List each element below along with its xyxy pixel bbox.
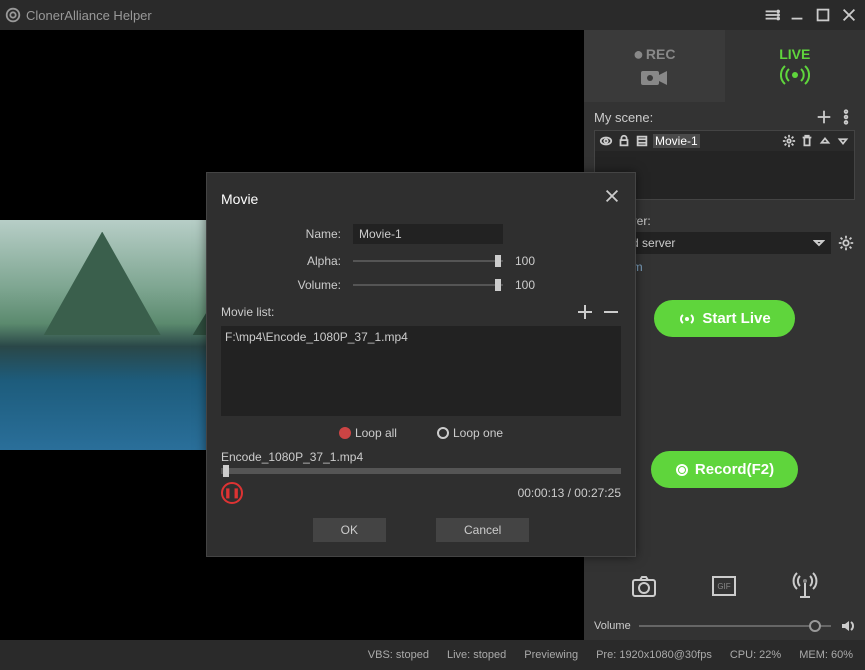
maximize-icon [814, 6, 832, 24]
mode-tabs: ●REC LIVE [584, 30, 865, 102]
status-pre: Pre: 1920x1080@30fps [596, 649, 712, 661]
loop-one-radio[interactable]: Loop one [437, 426, 503, 440]
seek-bar[interactable] [221, 468, 621, 474]
volume-slider[interactable] [639, 625, 831, 627]
now-playing: Encode_1080P_37_1.mp4 [221, 450, 621, 464]
chevron-down-icon [813, 237, 825, 249]
camera-still-icon [629, 571, 659, 601]
logo-icon [4, 6, 22, 24]
close-icon [603, 187, 621, 205]
name-label: Name: [221, 227, 341, 241]
loop-one-label: Loop one [453, 426, 503, 440]
start-live-button[interactable]: Start Live [654, 300, 794, 337]
movie-list-item[interactable]: F:\mp4\Encode_1080P_37_1.mp4 [225, 330, 617, 344]
record-dot-icon [675, 463, 689, 477]
status-cpu: CPU: 22% [730, 649, 781, 661]
pause-button[interactable]: ❚❚ [221, 482, 243, 504]
app-logo: ClonerAlliance Helper [4, 6, 152, 24]
cancel-button[interactable]: Cancel [436, 518, 529, 542]
record-label: Record(F2) [695, 461, 774, 478]
alpha-slider[interactable] [353, 260, 503, 262]
gif-icon: GIF [709, 571, 739, 601]
scene-name[interactable]: Movie-1 [653, 134, 700, 148]
broadcast-icon [780, 64, 810, 86]
movie-dialog: Movie Name: Alpha: 100 Volume: 100 Movie… [206, 172, 636, 557]
close-icon [840, 6, 858, 24]
more-icon[interactable] [837, 108, 855, 126]
alpha-value: 100 [515, 254, 545, 268]
snapshot-button[interactable] [626, 568, 662, 604]
up-arrow-icon[interactable] [818, 134, 832, 148]
add-movie-icon[interactable] [575, 302, 595, 322]
loop-all-radio[interactable]: Loop all [339, 426, 397, 440]
volume-label: Volume [594, 620, 631, 632]
film-icon [635, 134, 649, 148]
timecode: 00:00:13 / 00:27:25 [518, 486, 621, 500]
broadcast-small-icon [678, 312, 696, 326]
loop-all-label: Loop all [355, 426, 397, 440]
app-title: ClonerAlliance Helper [26, 8, 152, 23]
volume-label-modal: Volume: [221, 278, 341, 292]
antenna-button[interactable] [787, 568, 823, 604]
status-mem: MEM: 60% [799, 649, 853, 661]
menu-icon [762, 6, 780, 24]
movie-list[interactable]: F:\mp4\Encode_1080P_37_1.mp4 [221, 326, 621, 416]
status-live: Live: stoped [447, 649, 506, 661]
statusbar: VBS: stoped Live: stoped Previewing Pre:… [0, 640, 865, 670]
titlebar: ClonerAlliance Helper [0, 0, 865, 30]
live-label: LIVE [779, 46, 810, 62]
record-button[interactable]: Record(F2) [651, 451, 798, 488]
add-scene-icon[interactable] [815, 108, 833, 126]
alpha-label: Alpha: [221, 254, 341, 268]
dialog-close-button[interactable] [603, 187, 621, 210]
ok-button[interactable]: OK [313, 518, 386, 542]
menu-button[interactable] [759, 3, 783, 27]
rec-label: REC [646, 46, 676, 62]
radio-dot-on [339, 427, 351, 439]
master-volume: Volume [584, 612, 865, 640]
gear-icon[interactable] [782, 134, 796, 148]
remove-movie-icon[interactable] [601, 302, 621, 322]
tab-live[interactable]: LIVE [725, 30, 865, 102]
gif-button[interactable]: GIF [706, 568, 742, 604]
volume-slider-modal[interactable] [353, 284, 503, 286]
eye-icon[interactable] [599, 134, 613, 148]
status-preview: Previewing [524, 649, 578, 661]
radio-dot-off [437, 427, 449, 439]
stream-settings-icon[interactable] [837, 234, 855, 252]
maximize-button[interactable] [811, 3, 835, 27]
lock-icon[interactable] [617, 134, 631, 148]
camera-icon [639, 67, 669, 89]
dialog-title: Movie [221, 191, 258, 207]
down-arrow-icon[interactable] [836, 134, 850, 148]
pause-icon: ❚❚ [224, 488, 241, 499]
scene-label: My scene: [594, 110, 653, 125]
trash-icon[interactable] [800, 134, 814, 148]
minimize-icon [788, 6, 806, 24]
tool-row: GIF [584, 560, 865, 612]
start-live-label: Start Live [702, 310, 770, 327]
scene-row[interactable]: Movie-1 [595, 131, 854, 151]
movielist-label: Movie list: [221, 305, 274, 319]
close-button[interactable] [837, 3, 861, 27]
svg-text:GIF: GIF [718, 582, 731, 591]
tab-rec[interactable]: ●REC [584, 30, 725, 102]
minimize-button[interactable] [785, 3, 809, 27]
speaker-icon[interactable] [839, 618, 855, 634]
volume-value-modal: 100 [515, 278, 545, 292]
status-vbs: VBS: stoped [368, 649, 429, 661]
antenna-icon [790, 571, 820, 601]
name-input[interactable] [353, 224, 503, 244]
